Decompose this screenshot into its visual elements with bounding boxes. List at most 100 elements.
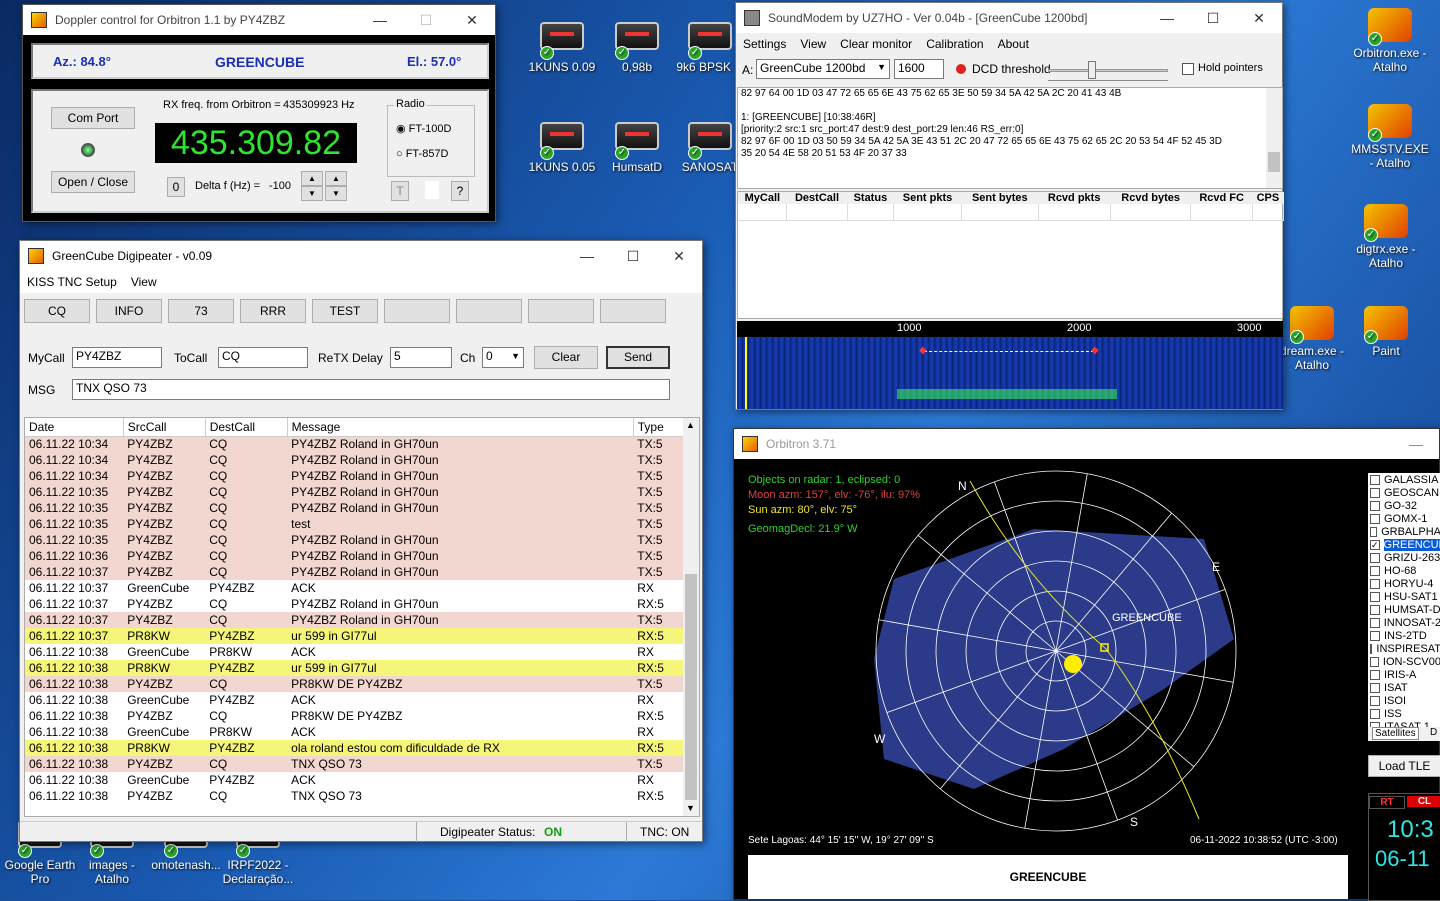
satellite-checkbox[interactable]: ✓: [1370, 539, 1380, 550]
column-header[interactable]: DestCall: [786, 192, 848, 204]
table-row[interactable]: 06.11.22 10:35 PY4ZBZ CQ PY4ZBZ Roland in G…: [25, 500, 685, 516]
mycall-input[interactable]: PY4ZBZ: [72, 347, 162, 368]
delta-down-large-icon[interactable]: ▼: [325, 186, 347, 201]
table-row[interactable]: 06.11.22 10:38 PY4ZBZ CQ PR8KW DE PY4ZBZ TX:…: [25, 676, 685, 692]
desktop-icon[interactable]: ✓ 0,98b: [597, 22, 677, 74]
desktop-icon[interactable]: ✓ Orbitron.exe - Atalho: [1350, 8, 1430, 74]
waterfall[interactable]: ◆ ◆: [737, 337, 1283, 409]
satellite-list-item[interactable]: ION-SCV00: [1368, 655, 1440, 668]
satellite-list-item[interactable]: GRBALPHA: [1368, 525, 1440, 538]
minimize-icon[interactable]: —: [564, 241, 610, 271]
clear-button[interactable]: Clear: [534, 346, 598, 369]
macro-button[interactable]: [528, 299, 594, 323]
table-row[interactable]: 06.11.22 10:34 PY4ZBZ CQ PY4ZBZ Roland in G…: [25, 468, 685, 484]
satellite-checkbox[interactable]: [1370, 708, 1380, 719]
satellite-list-item[interactable]: ISS: [1368, 707, 1440, 720]
satellite-checkbox[interactable]: [1370, 474, 1380, 485]
satellite-list-item[interactable]: INS-2TD: [1368, 629, 1440, 642]
macro-button[interactable]: [600, 299, 666, 323]
satellite-checkbox[interactable]: [1370, 487, 1380, 498]
column-header[interactable]: CPS: [1252, 192, 1284, 204]
table-row[interactable]: 06.11.22 10:37 PY4ZBZ CQ PY4ZBZ Roland in G…: [25, 596, 685, 612]
scroll-down-icon[interactable]: ▼: [686, 803, 695, 813]
soundmodem-titlebar[interactable]: SoundModem by UZ7HO - Ver 0.04b - [Green…: [736, 3, 1282, 33]
center-freq-input[interactable]: 1600: [894, 59, 944, 79]
tab-satellites[interactable]: Satellites: [1372, 727, 1419, 740]
tab-d[interactable]: D: [1430, 727, 1437, 738]
monitor-scroll-thumb[interactable]: [1268, 152, 1280, 172]
satellite-list-item[interactable]: INSPIRESAT: [1368, 642, 1440, 655]
open-close-button[interactable]: Open / Close: [51, 171, 135, 193]
zero-button[interactable]: 0: [167, 177, 185, 197]
column-header[interactable]: Type: [633, 418, 686, 437]
satellite-checkbox[interactable]: [1370, 591, 1380, 602]
satellite-checkbox[interactable]: [1370, 526, 1378, 537]
send-button[interactable]: Send: [606, 346, 670, 369]
desktop-icon[interactable]: ✓ 1KUNS 0.09: [522, 22, 602, 74]
selected-satellite-bar[interactable]: GREENCUBE: [748, 855, 1348, 899]
satellite-list-item[interactable]: IRIS-A: [1368, 668, 1440, 681]
msg-input[interactable]: TNX QSO 73: [72, 379, 670, 400]
satellite-checkbox[interactable]: [1370, 565, 1380, 576]
table-row[interactable]: 06.11.22 10:38 GreenCube PY4ZBZ ACK RX: [25, 692, 685, 708]
satellite-list-item[interactable]: GO-32: [1368, 499, 1440, 512]
satellite-list-item[interactable]: HSU-SAT1: [1368, 590, 1440, 603]
satellite-list-item[interactable]: GRIZU-263: [1368, 551, 1440, 564]
satellite-list-item[interactable]: HUMSAT-D: [1368, 603, 1440, 616]
column-header[interactable]: Rcvd bytes: [1110, 192, 1191, 204]
radar-view[interactable]: Objects on radar: 1, eclipsed: 0 Moon az…: [734, 459, 1362, 851]
table-row[interactable]: 06.11.22 10:34 PY4ZBZ CQ PY4ZBZ Roland in G…: [25, 436, 685, 452]
satellite-checkbox[interactable]: [1370, 552, 1380, 563]
macro-button[interactable]: INFO: [96, 299, 162, 323]
log-scrollbar[interactable]: ▲ ▼: [683, 418, 699, 816]
delta-down-small-icon[interactable]: ▼: [301, 186, 323, 201]
table-row[interactable]: 06.11.22 10:37 GreenCube PY4ZBZ ACK RX: [25, 580, 685, 596]
tocall-input[interactable]: CQ: [218, 347, 308, 368]
doppler-titlebar[interactable]: Doppler control for Orbitron 1.1 by PY4Z…: [23, 5, 495, 35]
table-row[interactable]: 06.11.22 10:38 GreenCube PR8KW ACK RX: [25, 644, 685, 660]
help-button[interactable]: ?: [451, 181, 469, 201]
macro-button[interactable]: TEST: [312, 299, 378, 323]
macro-button[interactable]: [456, 299, 522, 323]
macro-button[interactable]: RRR: [240, 299, 306, 323]
satellite-list-item[interactable]: HORYU-4: [1368, 577, 1440, 590]
table-row[interactable]: 06.11.22 10:38 PY4ZBZ CQ TNX QSO 73 RX:5: [25, 788, 685, 804]
menu-item[interactable]: KISS TNC Setup: [20, 275, 124, 289]
menu-item[interactable]: Calibration: [919, 37, 990, 51]
column-header[interactable]: Rcvd pkts: [1038, 192, 1111, 204]
digipeater-titlebar[interactable]: GreenCube Digipeater - v0.09 — ☐ ✕: [20, 241, 702, 271]
desktop-icon[interactable]: ✓ 1KUNS 0.05: [522, 122, 602, 174]
satellite-checkbox[interactable]: [1370, 669, 1380, 680]
maximize-icon[interactable]: ☐: [1190, 3, 1236, 33]
satellite-checkbox[interactable]: [1370, 643, 1373, 654]
minimize-icon[interactable]: —: [357, 5, 403, 35]
satellite-checkbox[interactable]: [1370, 513, 1380, 524]
satellite-list-item[interactable]: ISAT: [1368, 681, 1440, 694]
close-icon[interactable]: ✕: [656, 241, 702, 271]
table-row[interactable]: 06.11.22 10:37 PY4ZBZ CQ PY4ZBZ Roland in G…: [25, 564, 685, 580]
macro-button[interactable]: 73: [168, 299, 234, 323]
menu-item[interactable]: Clear monitor: [833, 37, 919, 51]
delta-up-small-icon[interactable]: ▲: [301, 171, 323, 186]
column-header[interactable]: Rcvd FC: [1190, 192, 1253, 204]
table-row[interactable]: 06.11.22 10:38 GreenCube PY4ZBZ ACK RX: [25, 772, 685, 788]
satellite-checkbox[interactable]: [1370, 617, 1380, 628]
column-header[interactable]: Sent bytes: [961, 192, 1039, 204]
menu-item[interactable]: Settings: [736, 37, 793, 51]
desktop-icon[interactable]: ✓ HumsatD: [597, 122, 677, 174]
table-row[interactable]: 06.11.22 10:36 PY4ZBZ CQ PY4ZBZ Roland in G…: [25, 548, 685, 564]
desktop-icon[interactable]: ✓ digtrx.exe - Atalho: [1346, 204, 1426, 270]
satellite-list-item[interactable]: HO-68: [1368, 564, 1440, 577]
monitor-scrollbar[interactable]: [1266, 88, 1282, 188]
com-port-button[interactable]: Com Port: [51, 107, 135, 129]
column-header[interactable]: Status: [847, 192, 894, 204]
delta-up-large-icon[interactable]: ▲: [325, 171, 347, 186]
mode-select[interactable]: GreenCube 1200bd ▼: [756, 59, 890, 79]
table-row[interactable]: 06.11.22 10:38 PR8KW PY4ZBZ ur 599 in GI77u…: [25, 660, 685, 676]
satellite-checkbox[interactable]: [1370, 604, 1380, 615]
radio-ft857d-option[interactable]: ○ FT-857D: [396, 148, 449, 160]
satellite-list[interactable]: GALASSIA GEOSCAN GO-32 GOMX-1 GRBALPHA ✓ GREEN…: [1368, 473, 1440, 729]
load-tle-button[interactable]: Load TLE: [1368, 755, 1440, 777]
hold-pointers-checkbox[interactable]: [1182, 63, 1194, 75]
satellite-list-item[interactable]: GOMX-1: [1368, 512, 1440, 525]
